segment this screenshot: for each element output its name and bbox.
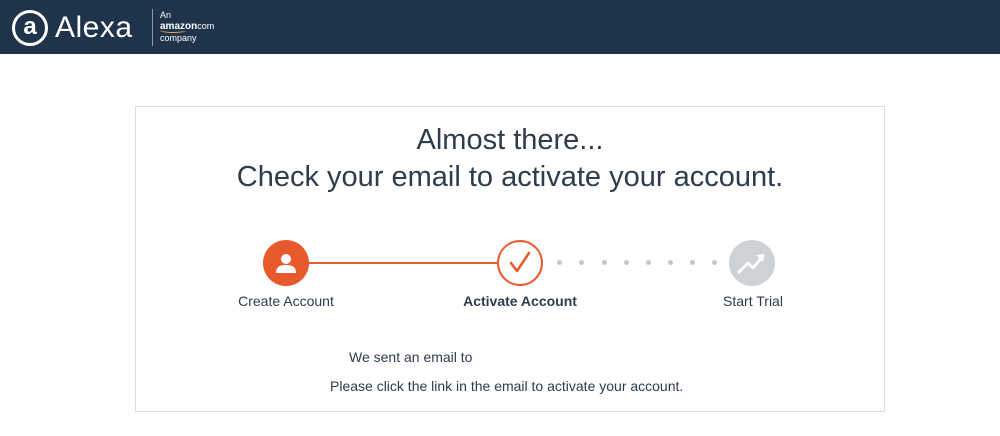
email-sent-text: We sent an email to: [349, 349, 473, 365]
page-title: Almost there...: [416, 124, 604, 156]
step-label-activate-account: Activate Account: [463, 293, 577, 309]
activation-instruction-text: Please click the link in the email to ac…: [330, 378, 684, 394]
alexa-logo-icon: a: [12, 10, 48, 46]
tagline-brand: amazoncom: [160, 21, 215, 32]
tagline-an: An: [160, 10, 172, 20]
tagline-company: company: [160, 33, 197, 43]
page-subtitle: Check your email to activate your accoun…: [236, 161, 784, 193]
progress-dot: [712, 260, 717, 265]
alexa-logo-link[interactable]: a Alexa: [12, 9, 133, 47]
top-navigation-bar: a Alexa An amazoncom company: [0, 0, 1000, 54]
progress-dot: [602, 260, 607, 265]
step-start-trial-circle: [729, 240, 775, 286]
progress-dot: [690, 260, 695, 265]
step-create-account-circle: [263, 240, 309, 286]
amazon-company-tagline: An amazoncom company: [160, 10, 214, 44]
progress-dot: [646, 260, 651, 265]
checkmark-icon: [509, 251, 531, 273]
step-label-start-trial: Start Trial: [723, 293, 783, 309]
trend-up-icon: [737, 254, 765, 274]
progress-dot: [624, 260, 629, 265]
logo-text: Alexa: [55, 11, 133, 44]
logo-divider: [152, 9, 153, 46]
progress-dot: [579, 260, 584, 265]
step-label-create-account: Create Account: [238, 293, 334, 309]
progress-dot: [557, 260, 562, 265]
activation-card: Almost there... Check your email to acti…: [135, 106, 885, 412]
person-icon: [276, 254, 296, 273]
progress-line-complete: [306, 262, 521, 264]
step-activate-account-circle: [497, 240, 543, 286]
progress-dot: [668, 260, 673, 265]
